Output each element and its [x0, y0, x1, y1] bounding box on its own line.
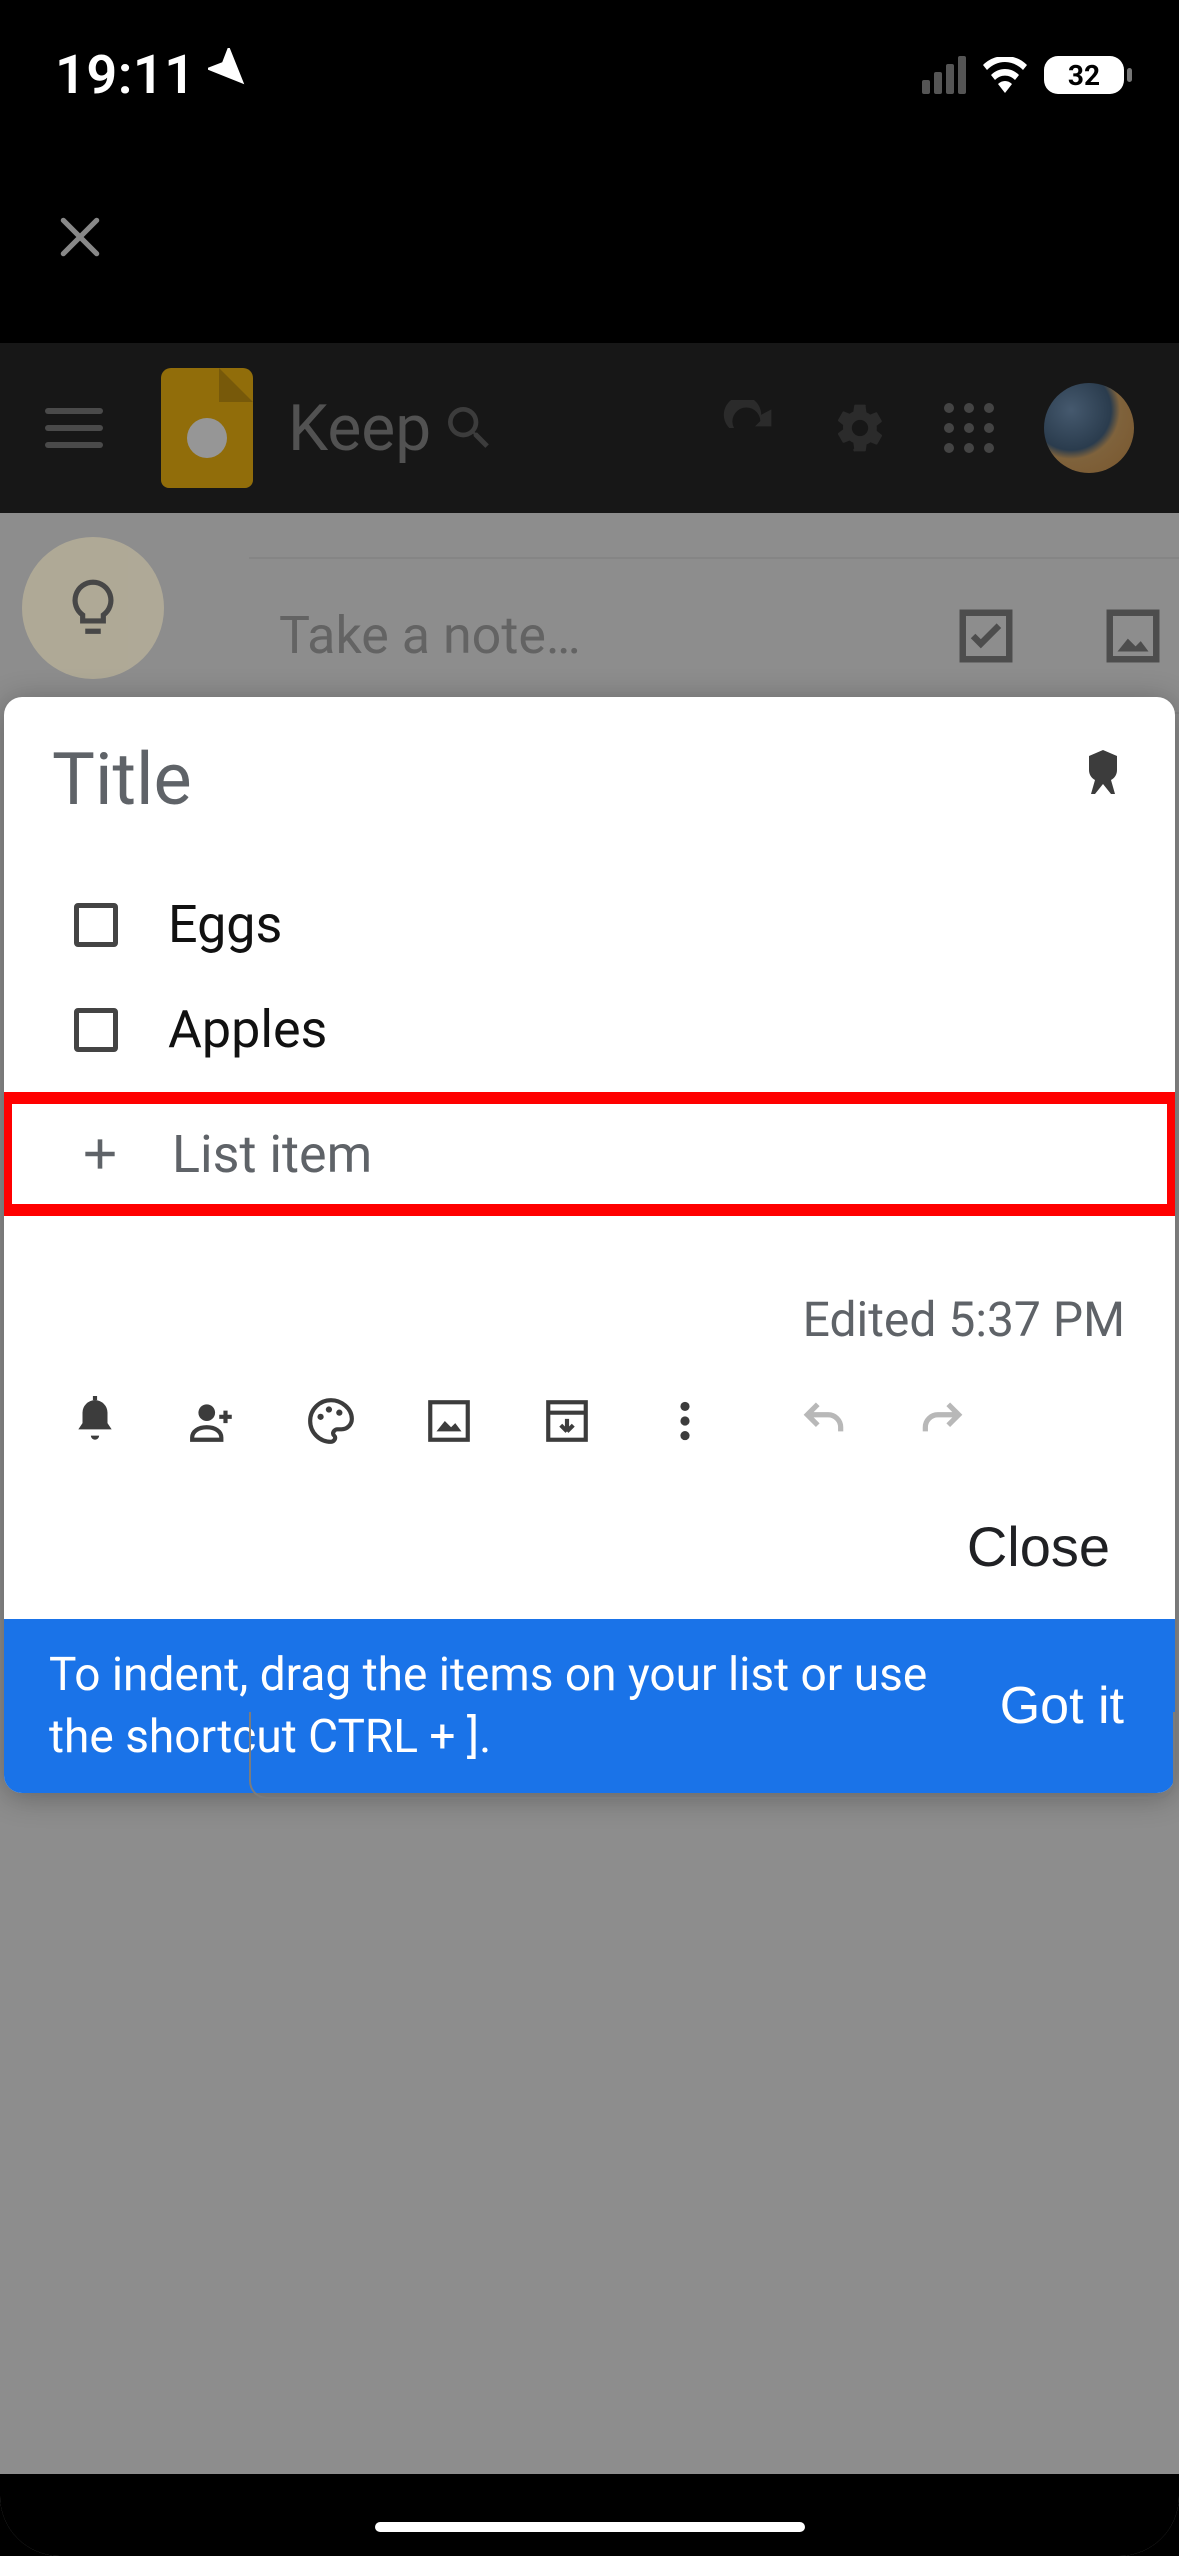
- menu-icon[interactable]: [45, 408, 103, 448]
- new-checklist-icon[interactable]: [955, 605, 1017, 667]
- note-title-input[interactable]: Title: [52, 737, 1079, 822]
- close-icon[interactable]: [55, 212, 105, 262]
- checkbox-icon[interactable]: [74, 903, 118, 947]
- plus-icon: [78, 1132, 122, 1176]
- wifi-icon: [980, 57, 1030, 93]
- bottom-bar: [0, 2474, 1179, 2556]
- palette-icon[interactable]: [306, 1396, 356, 1446]
- avatar[interactable]: [1044, 383, 1134, 473]
- checklist-item-text[interactable]: Eggs: [168, 894, 282, 955]
- add-list-item-button[interactable]: List item: [40, 1112, 1139, 1196]
- undo-icon[interactable]: [799, 1396, 849, 1446]
- apps-grid-icon[interactable]: [944, 403, 994, 453]
- take-note-bar[interactable]: Take a note…: [249, 557, 1179, 714]
- checklist: Eggs Apples: [4, 872, 1175, 1082]
- home-indicator[interactable]: [375, 2522, 805, 2532]
- take-note-placeholder: Take a note…: [279, 605, 581, 666]
- location-services-icon: [208, 48, 252, 103]
- app-title: Keep: [288, 391, 431, 466]
- image-icon[interactable]: [424, 1396, 474, 1446]
- new-image-note-icon[interactable]: [1102, 605, 1164, 667]
- settings-gear-icon[interactable]: [832, 400, 888, 456]
- checklist-item[interactable]: Eggs: [44, 872, 1135, 977]
- checklist-item-text[interactable]: Apples: [168, 999, 327, 1060]
- collaborator-icon[interactable]: [188, 1396, 238, 1446]
- refresh-icon[interactable]: [720, 400, 776, 456]
- keep-header: Keep: [0, 343, 1179, 513]
- background-note-outline: [249, 1712, 1175, 1799]
- cellular-signal-icon: [922, 56, 966, 94]
- search-icon[interactable]: [441, 400, 497, 456]
- checklist-item[interactable]: Apples: [44, 977, 1135, 1082]
- edited-timestamp: Edited 5:37 PM: [4, 1216, 1175, 1368]
- battery-indicator: 32: [1044, 56, 1124, 94]
- note-editor-card: Title Eggs Apples List item Edited 5:37 …: [4, 697, 1175, 1793]
- battery-level: 32: [1068, 59, 1100, 92]
- more-options-icon[interactable]: [660, 1396, 710, 1446]
- top-bar: [0, 130, 1179, 343]
- status-bar: 19:11 32: [0, 0, 1179, 130]
- reminder-icon[interactable]: [70, 1396, 120, 1446]
- keep-logo-icon: [161, 368, 253, 488]
- redo-icon[interactable]: [917, 1396, 967, 1446]
- close-button[interactable]: Close: [967, 1514, 1110, 1579]
- archive-icon[interactable]: [542, 1396, 592, 1446]
- add-list-item-label: List item: [172, 1124, 372, 1185]
- pin-icon[interactable]: [1079, 750, 1127, 810]
- checkbox-icon[interactable]: [74, 1008, 118, 1052]
- note-toolbar: [4, 1368, 1175, 1474]
- add-item-highlight: List item: [4, 1092, 1175, 1216]
- status-time: 19:11: [55, 44, 196, 107]
- lightbulb-fab[interactable]: [22, 537, 164, 679]
